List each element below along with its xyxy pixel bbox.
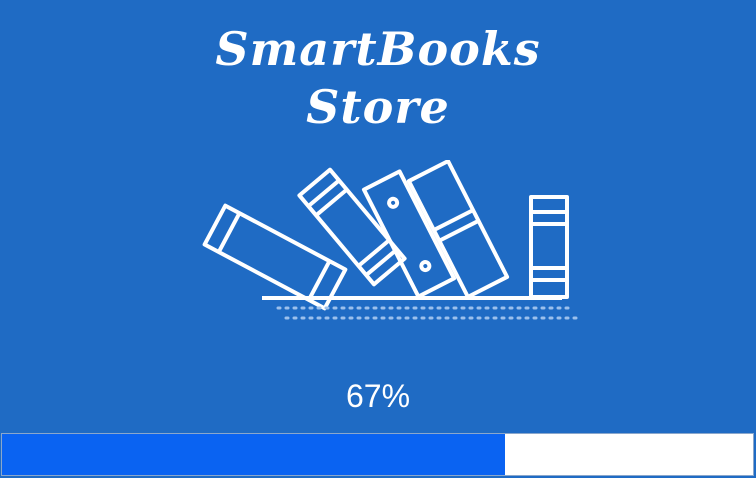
progress-percent-label: 67% xyxy=(345,378,411,414)
app-title-line-2: Store xyxy=(306,80,450,134)
progress-bar xyxy=(1,433,754,476)
app-title-line-1: SmartBooks xyxy=(215,22,541,76)
progress-bar-fill xyxy=(2,434,506,475)
books-on-shelf-icon xyxy=(202,160,582,320)
